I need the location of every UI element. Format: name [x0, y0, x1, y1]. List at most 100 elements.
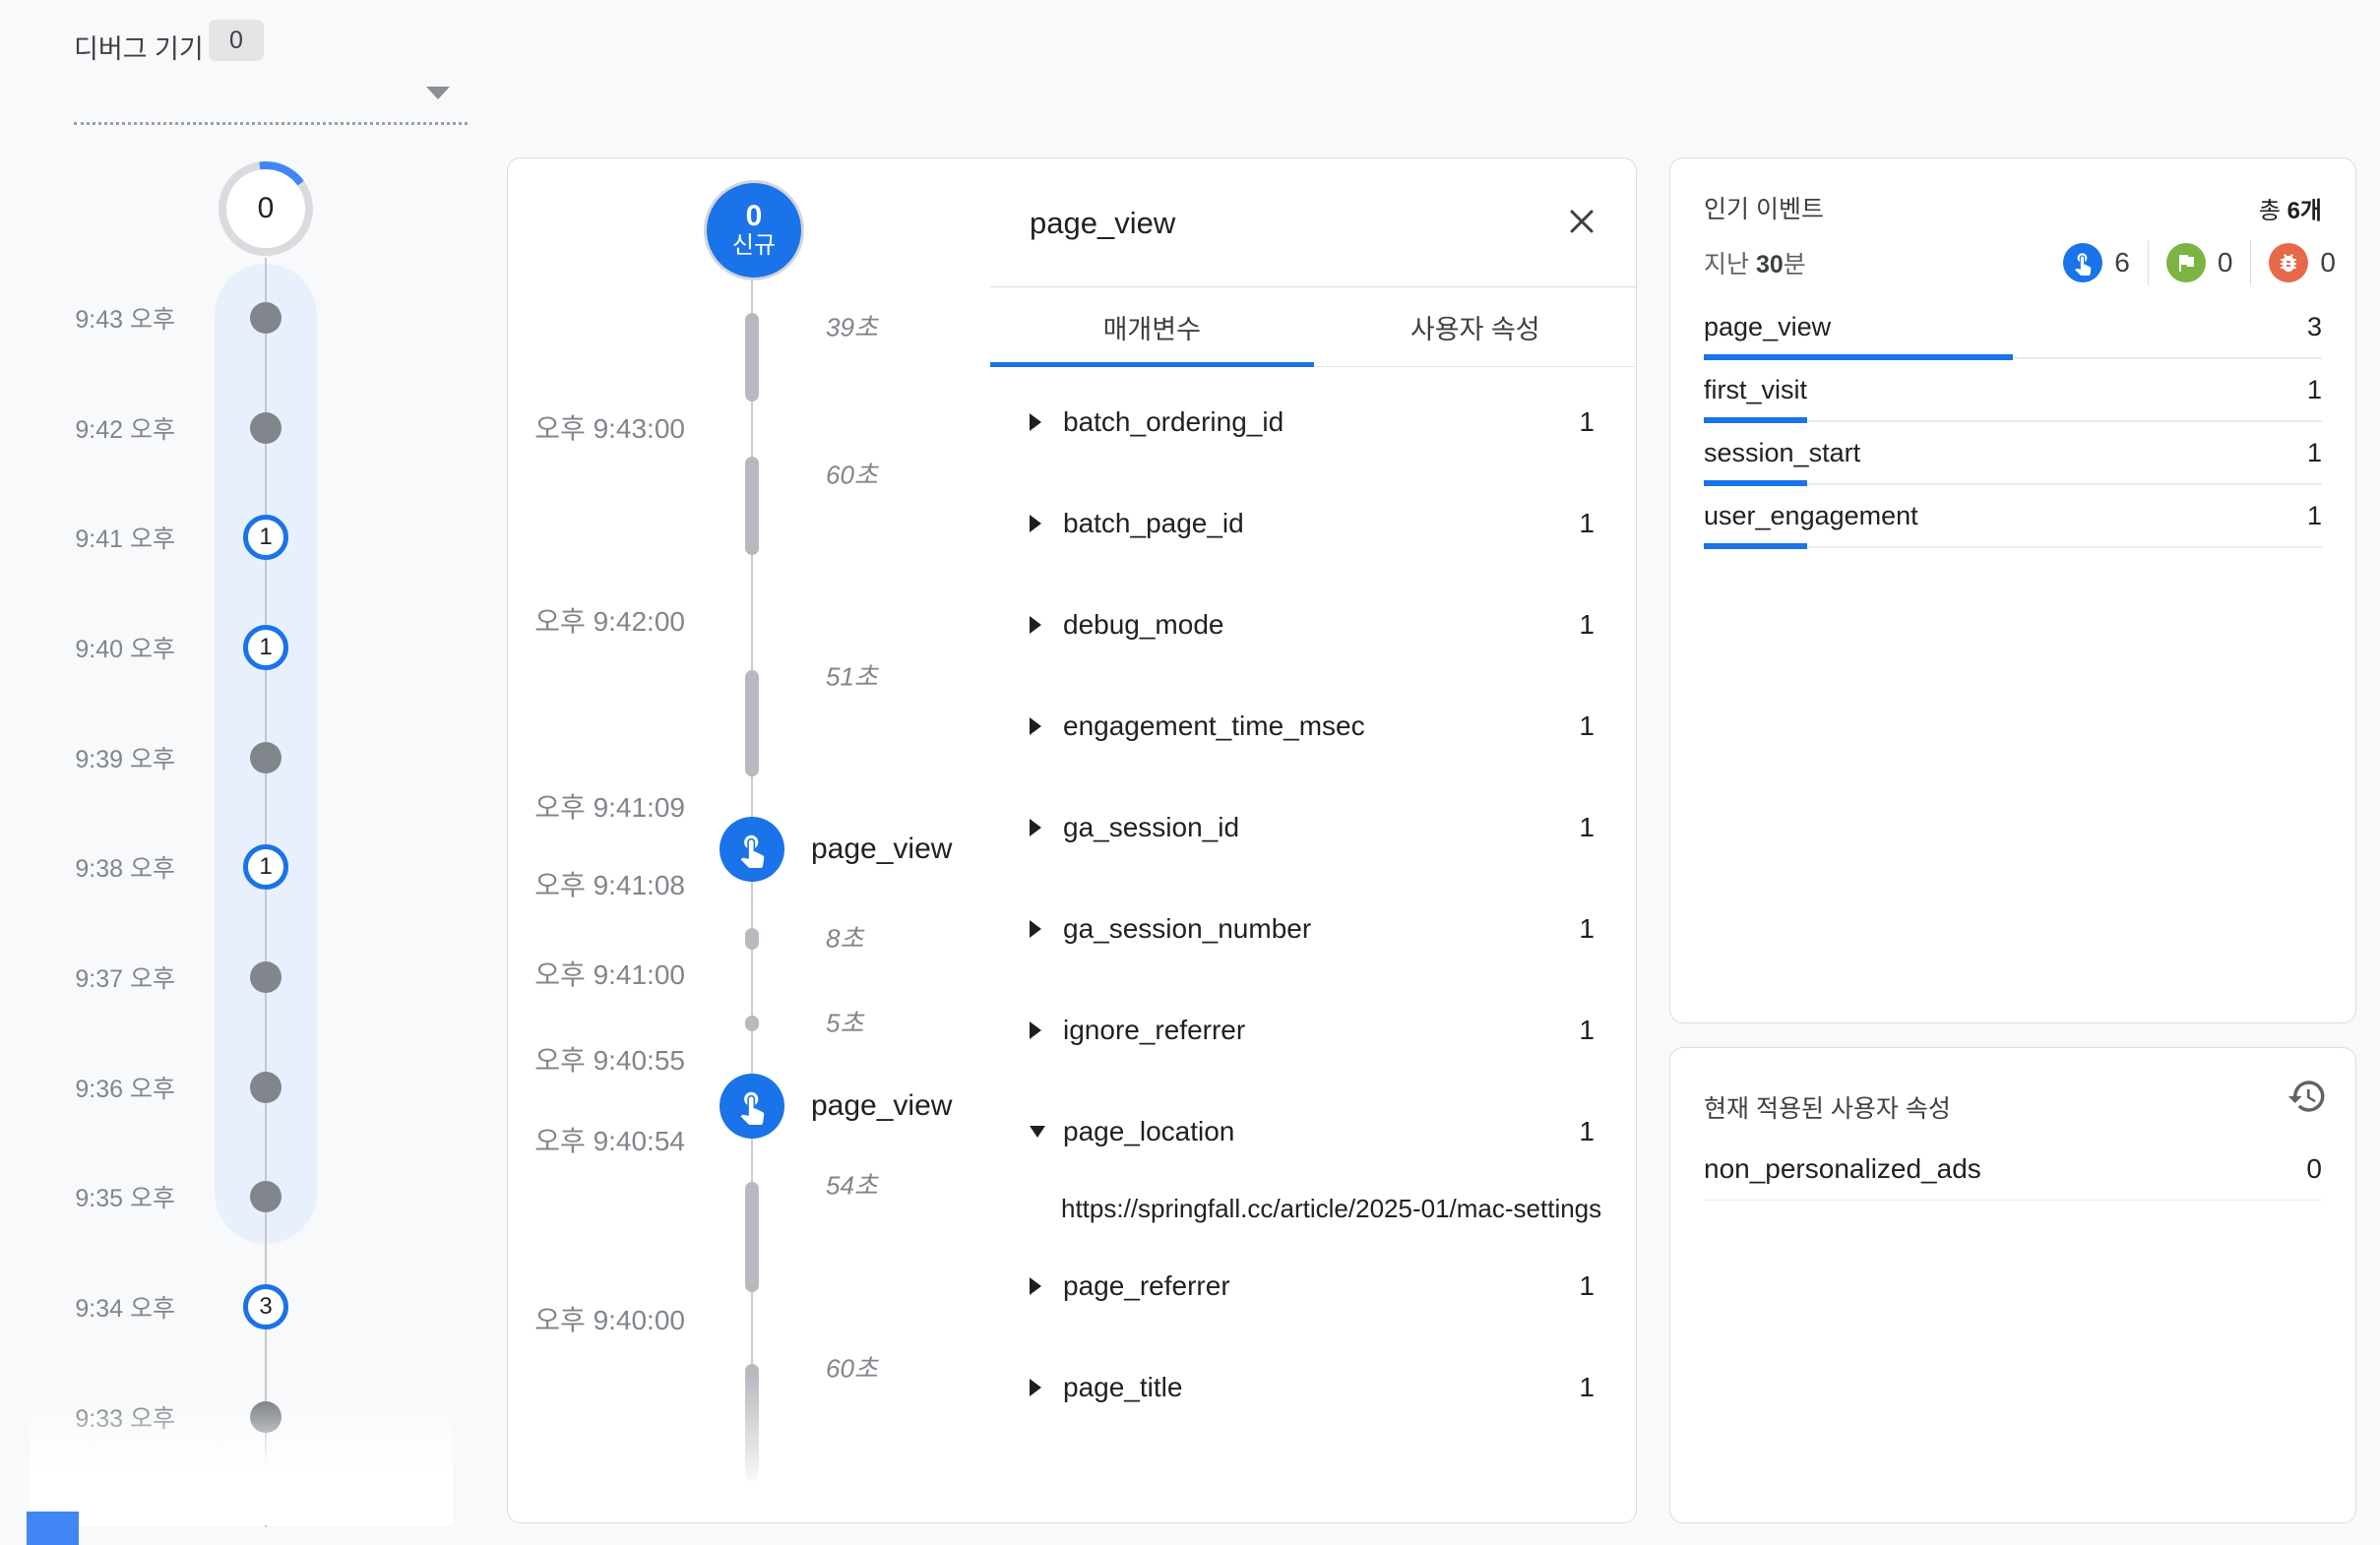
minute-time-label: 9:35 오후: [47, 1179, 175, 1214]
minute-time-label: 9:42 오후: [47, 410, 175, 446]
event-bar: [1704, 354, 2013, 360]
parameter-row[interactable]: engagement_time_msec 1: [990, 675, 1637, 776]
minute-time-label: 9:34 오후: [47, 1289, 175, 1325]
stream-time-label: 오후 9:42:00: [520, 600, 685, 640]
errors-count: 0: [2320, 247, 2336, 278]
parameter-count: 1: [1579, 1270, 1595, 1302]
user-property-row[interactable]: non_personalized_ads 0: [1704, 1144, 2322, 1201]
parameter-row[interactable]: ga_session_number 1: [990, 878, 1637, 979]
duration-label: 60초: [826, 456, 878, 492]
timeline-minute-row[interactable]: 9:41 오후 1: [0, 482, 453, 592]
parameter-row[interactable]: batch_ordering_id 1: [990, 371, 1637, 472]
expand-arrow-icon[interactable]: [1030, 717, 1041, 735]
event-count: 1: [2307, 501, 2322, 531]
duration-segment: [745, 457, 759, 555]
minute-time-label: 9:41 오후: [47, 520, 175, 555]
timeline-minute-row[interactable]: 9:35 오후: [0, 1143, 453, 1253]
close-icon[interactable]: [1564, 204, 1599, 239]
stream-time-label: 오후 9:43:00: [520, 407, 685, 447]
tab-parameters[interactable]: 매개변수: [990, 287, 1314, 366]
event-stats: 6 0 0: [2063, 240, 2336, 285]
event-name: page_view: [1704, 312, 1831, 342]
parameter-row[interactable]: ignore_referrer 1: [990, 979, 1637, 1081]
parameter-count: 1: [1579, 711, 1595, 742]
parameter-row[interactable]: page_referrer 1: [990, 1235, 1637, 1336]
touch-event-icon[interactable]: [720, 817, 784, 882]
stream-time-label: 오후 9:41:09: [520, 786, 685, 826]
parameter-list: batch_ordering_id 1 batch_page_id 1: [990, 371, 1637, 1438]
timeline-minute-row[interactable]: 9:38 오후 1: [0, 812, 453, 922]
parameter-value-text: https://springfall.cc/article/2025-01/ma…: [990, 1182, 1637, 1235]
minute-count-badge[interactable]: 1: [243, 515, 288, 560]
events-count: 6: [2114, 247, 2130, 278]
top-event-row[interactable]: first_visit 1: [1704, 369, 2322, 432]
parameter-row[interactable]: page_location 1 https://springfall.cc/ar…: [990, 1081, 1637, 1235]
expand-arrow-icon[interactable]: [1030, 1126, 1045, 1138]
event-detail-panel: page_view 매개변수 사용자 속성 batch_ordering_id …: [990, 158, 1637, 1522]
time-window-label: 지난 30분: [1704, 245, 1806, 280]
minute-time-label: 9:37 오후: [47, 959, 175, 995]
parameter-row[interactable]: ga_session_id 1: [990, 776, 1637, 878]
top-event-row[interactable]: session_start 1: [1704, 432, 2322, 495]
top-event-row[interactable]: page_view 3: [1704, 306, 2322, 369]
timeline-minute-row[interactable]: 9:42 오후: [0, 373, 453, 483]
parameter-name: batch_ordering_id: [1063, 406, 1284, 438]
timeline-minute-row[interactable]: 9:34 오후 3: [0, 1252, 453, 1362]
minutes-summary-count: 0: [226, 169, 305, 248]
top-event-row[interactable]: user_engagement 1: [1704, 495, 2322, 558]
stream-event-name[interactable]: page_view: [811, 833, 952, 866]
touch-event-icon[interactable]: [720, 1074, 784, 1139]
stream-event-name[interactable]: page_view: [811, 1089, 952, 1123]
parameter-row[interactable]: page_title 1: [990, 1336, 1637, 1438]
timeline-minute-row[interactable]: 9:36 오후: [0, 1032, 453, 1143]
parameter-row[interactable]: debug_mode 1: [990, 574, 1637, 675]
expand-arrow-icon[interactable]: [1030, 1379, 1041, 1396]
debug-device-count-badge: 0: [209, 20, 264, 61]
minute-dot[interactable]: [250, 302, 282, 334]
expand-arrow-icon[interactable]: [1030, 920, 1041, 938]
minute-count-badge[interactable]: 1: [243, 625, 288, 670]
stat-divider: [2148, 240, 2149, 285]
minute-dot[interactable]: [250, 412, 282, 444]
parameter-count: 1: [1579, 508, 1595, 539]
event-bar-track: [1704, 354, 2322, 360]
debug-device-label: 디버그 기기: [74, 28, 204, 66]
minute-dot[interactable]: [250, 742, 282, 773]
history-icon[interactable]: [2286, 1076, 2328, 1117]
tab-user-properties[interactable]: 사용자 속성: [1314, 287, 1638, 366]
parameter-count: 1: [1579, 609, 1595, 641]
duration-segment: [745, 670, 759, 776]
device-selector-dropdown[interactable]: [74, 77, 468, 125]
conversion-flag-icon: [2166, 243, 2206, 282]
expand-arrow-icon[interactable]: [1030, 1021, 1041, 1039]
minute-dot[interactable]: [250, 1072, 282, 1103]
parameter-name: ga_session_number: [1063, 913, 1311, 945]
expand-arrow-icon[interactable]: [1030, 616, 1041, 634]
timeline-minute-row[interactable]: 9:43 오후: [0, 263, 453, 373]
timeline-minute-row[interactable]: 9:40 오후 1: [0, 592, 453, 703]
minute-dot[interactable]: [250, 1181, 282, 1212]
event-bar-track: [1704, 480, 2322, 486]
timeline-minute-row[interactable]: 9:37 오후: [0, 922, 453, 1032]
timeline-minute-row[interactable]: 9:39 오후: [0, 703, 453, 813]
minute-dot[interactable]: [250, 961, 282, 993]
minute-count-badge[interactable]: 1: [243, 844, 288, 890]
duration-label: 51초: [826, 657, 878, 694]
error-bug-icon: [2269, 243, 2308, 282]
new-events-count: 0: [746, 201, 763, 232]
user-property-count: 0: [2306, 1153, 2322, 1185]
parameter-count: 1: [1579, 812, 1595, 843]
expand-arrow-icon[interactable]: [1030, 1277, 1041, 1295]
new-events-badge[interactable]: 0 신규: [704, 180, 804, 280]
minute-count-badge[interactable]: 3: [243, 1284, 288, 1329]
minutes-summary-ring[interactable]: 0: [219, 161, 313, 256]
parameter-count: 1: [1579, 406, 1595, 438]
expand-arrow-icon[interactable]: [1030, 515, 1041, 532]
parameter-count: 1: [1579, 1015, 1595, 1046]
parameter-row[interactable]: batch_page_id 1: [990, 472, 1637, 574]
minute-time-label: 9:43 오후: [47, 300, 175, 336]
parameter-count: 1: [1579, 913, 1595, 945]
expand-arrow-icon[interactable]: [1030, 819, 1041, 836]
expand-arrow-icon[interactable]: [1030, 413, 1041, 431]
minute-time-label: 9:40 오후: [47, 630, 175, 665]
